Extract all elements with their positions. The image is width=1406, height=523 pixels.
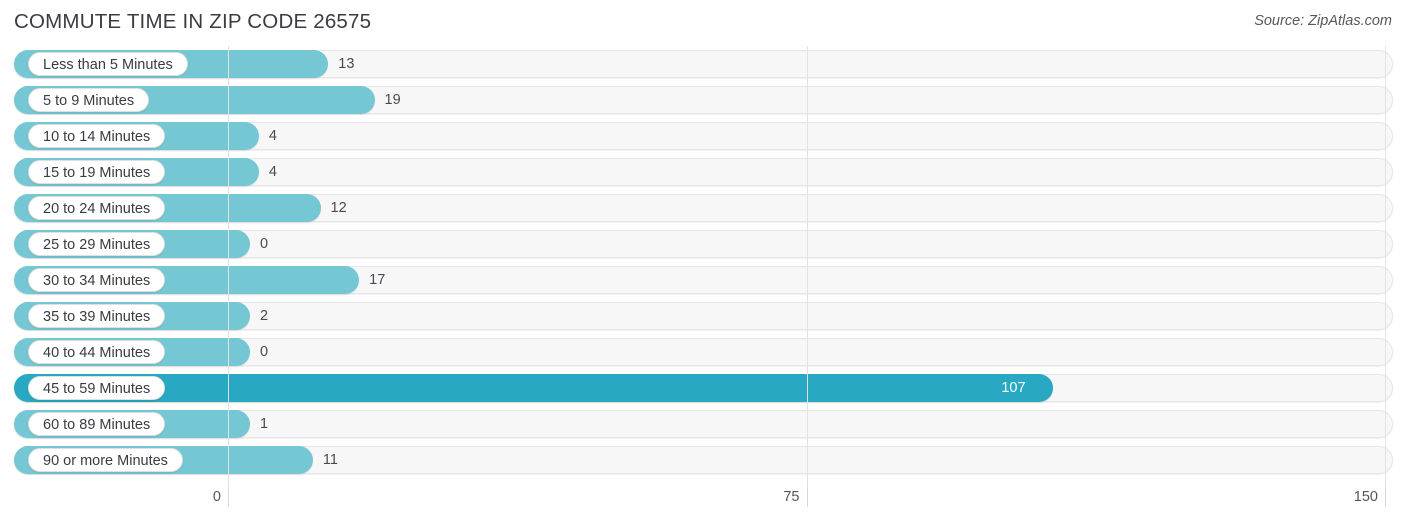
bar-rows: Less than 5 Minutes 13 5 to 9 Minutes 19 10 … (0, 46, 1406, 478)
chart-row[interactable]: 15 to 19 Minutes 4 (0, 154, 1406, 190)
axis-tick-label: 75 (783, 489, 800, 505)
value-label: 4 (268, 128, 277, 144)
gridline (806, 46, 808, 487)
category-label: 20 to 24 Minutes (28, 196, 166, 220)
value-label: 107 (1001, 380, 1026, 396)
value-label: 0 (260, 236, 269, 252)
chart-row[interactable]: 40 to 44 Minutes 0 (0, 334, 1406, 370)
chart-row[interactable]: Less than 5 Minutes 13 (0, 46, 1406, 82)
value-label: 19 (384, 92, 401, 108)
page-title: COMMUTE TIME IN ZIP CODE 26575 (14, 10, 372, 33)
axis-tick-mark (806, 487, 808, 507)
category-label: 40 to 44 Minutes (28, 340, 166, 364)
x-axis: 0 75 150 (0, 487, 1406, 523)
value-label: 0 (260, 344, 269, 360)
chart-row[interactable]: 5 to 9 Minutes 19 (0, 82, 1406, 118)
chart-row[interactable]: 30 to 34 Minutes 17 (0, 262, 1406, 298)
chart-header: COMMUTE TIME IN ZIP CODE 26575 Source: Z… (0, 0, 1406, 46)
axis-tick-mark (228, 487, 229, 507)
category-label: 45 to 59 Minutes (28, 376, 166, 400)
category-label: 90 or more Minutes (28, 448, 183, 472)
category-label: 5 to 9 Minutes (28, 88, 150, 112)
chart-row[interactable]: 25 to 29 Minutes 0 (0, 226, 1406, 262)
category-label: 60 to 89 Minutes (28, 412, 166, 436)
value-label: 1 (260, 416, 269, 432)
source-attribution: Source: ZipAtlas.com (1254, 13, 1392, 29)
chart-row[interactable]: 35 to 39 Minutes 2 (0, 298, 1406, 334)
value-label: 4 (268, 164, 277, 180)
chart-row[interactable]: 60 to 89 Minutes 1 (0, 406, 1406, 442)
value-label: 17 (369, 272, 386, 288)
axis-tick-label: 0 (212, 489, 221, 505)
category-label: 15 to 19 Minutes (28, 160, 166, 184)
category-label: Less than 5 Minutes (28, 52, 188, 76)
value-bar[interactable] (14, 374, 1054, 402)
value-label: 13 (338, 56, 355, 72)
chart-plot-area: Less than 5 Minutes 13 5 to 9 Minutes 19 10 … (0, 46, 1406, 487)
category-label: 25 to 29 Minutes (28, 232, 166, 256)
value-label: 11 (322, 452, 338, 468)
category-label: 30 to 34 Minutes (28, 268, 166, 292)
chart-row[interactable]: 90 or more Minutes 11 (0, 442, 1406, 478)
axis-tick-label: 150 (1353, 489, 1378, 505)
value-label: 12 (330, 200, 347, 216)
chart-row[interactable]: 20 to 24 Minutes 12 (0, 190, 1406, 226)
axis-tick-mark (1385, 487, 1386, 507)
category-label: 10 to 14 Minutes (28, 124, 166, 148)
gridline (1385, 46, 1386, 487)
chart-row[interactable]: 45 to 59 Minutes 107 (0, 370, 1406, 406)
chart-row[interactable]: 10 to 14 Minutes 4 (0, 118, 1406, 154)
category-label: 35 to 39 Minutes (28, 304, 166, 328)
gridline (228, 46, 229, 487)
value-label: 2 (260, 308, 269, 324)
